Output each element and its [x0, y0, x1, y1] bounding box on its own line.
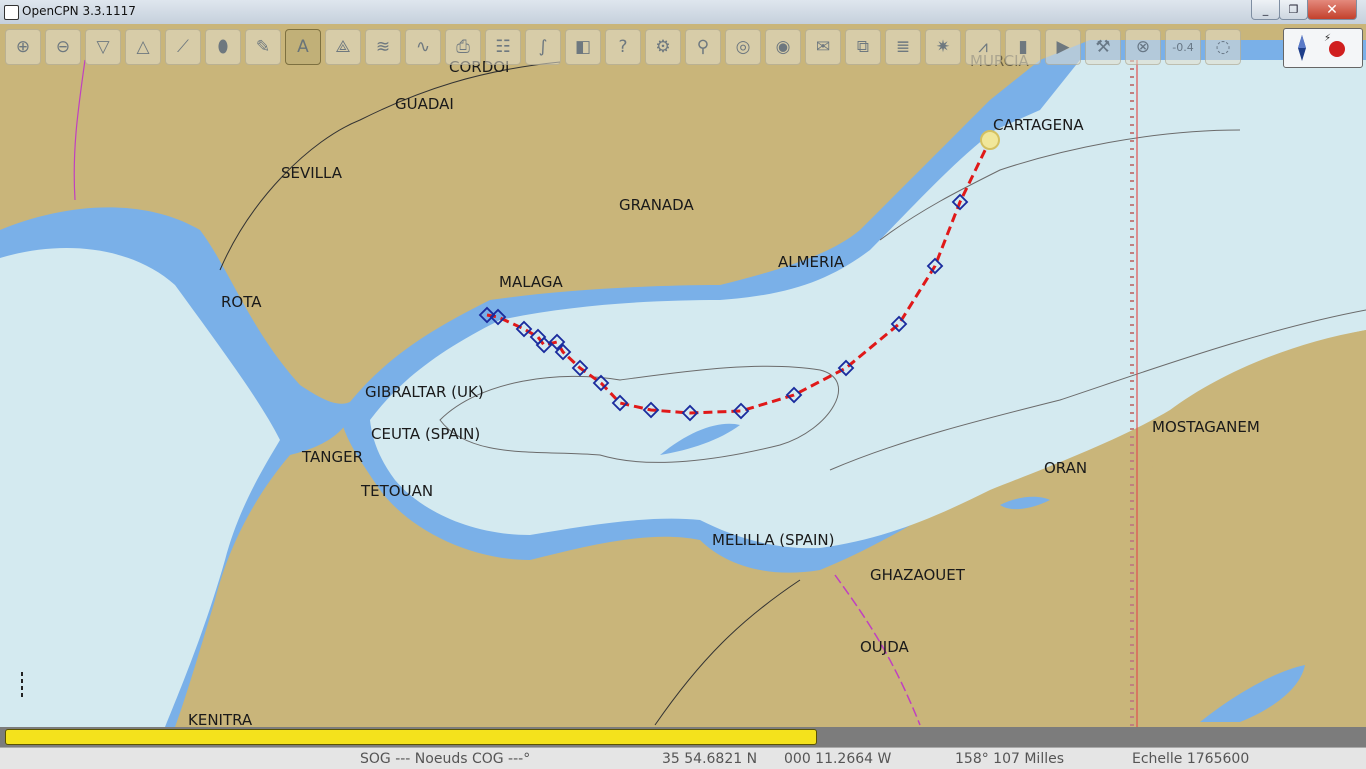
- app-icon: [4, 5, 19, 20]
- plugin-button[interactable]: ⚙: [645, 29, 681, 65]
- zoom-in-button[interactable]: ⊕: [5, 29, 41, 65]
- settings-icon: ✎: [255, 37, 271, 57]
- main-toolbar: ⊕ ⊖ ▽ △ ⟋ ⬮ ✎ A ⟁ ≋ ∿ ⎙ ☷ ∫ ◧? ⚙ ⚲ ◎ ◉ ✉ ⧉ ≣ ✷ ⩘ ▮ ▶ ⚒ ⊗ -0.4 ◌: [0, 26, 1280, 68]
- track-button[interactable]: ∫: [525, 29, 561, 65]
- grib-button[interactable]: ⊗: [1125, 29, 1161, 65]
- color-scheme-button[interactable]: ◧: [565, 29, 601, 65]
- offset-button[interactable]: -0.4: [1165, 29, 1201, 65]
- scale-out-button[interactable]: △: [125, 29, 161, 65]
- city-label-malaga: MALAGA: [499, 273, 564, 291]
- dashboard-icon: ◎: [735, 37, 751, 57]
- grib-icon: ⊗: [1135, 37, 1151, 57]
- print-icon: ⎙: [456, 37, 470, 57]
- help-button[interactable]: ?: [605, 29, 641, 65]
- windows-icon: ⧉: [856, 37, 870, 57]
- city-label-oujda: OUJDA: [860, 638, 909, 656]
- close-button[interactable]: ✕: [1307, 0, 1357, 20]
- longitude-readout: 000 11.2664 W: [784, 751, 892, 767]
- radar-icon: ✷: [935, 37, 951, 57]
- scale-out-icon: △: [136, 37, 150, 57]
- city-label-oran: ORAN: [1044, 459, 1087, 477]
- compass-panel[interactable]: ⚡: [1283, 28, 1363, 68]
- progress-panel: [0, 727, 1366, 747]
- city-label-melilla: MELILLA (SPAIN): [712, 531, 835, 549]
- city-label-guadai: GUADAI: [395, 95, 454, 113]
- scale-in-button[interactable]: ▽: [85, 29, 121, 65]
- windows-button[interactable]: ⧉: [845, 29, 881, 65]
- city-label-rota: ROTA: [221, 293, 262, 311]
- offset-icon: -0.4: [1172, 40, 1194, 54]
- city-label-cartagena: CARTAGENA: [993, 116, 1084, 134]
- search-button[interactable]: ⚲: [685, 29, 721, 65]
- bearing-distance-readout: 158° 107 Milles: [955, 751, 1064, 767]
- globe-icon: ◉: [775, 37, 791, 57]
- city-label-gibraltar: GIBRALTAR (UK): [365, 383, 484, 401]
- scale-in-icon: ▽: [96, 37, 110, 57]
- minimize-button[interactable]: _: [1251, 0, 1280, 20]
- current-button[interactable]: ≋: [365, 29, 401, 65]
- window-title: OpenCPN 3.3.1117: [22, 4, 136, 18]
- tide-icon: ∿: [415, 37, 431, 57]
- ship-button[interactable]: ⬮: [205, 29, 241, 65]
- radar-button[interactable]: ✷: [925, 29, 961, 65]
- zoom-out-icon: ⊖: [55, 37, 71, 57]
- mark-button[interactable]: ⟁: [325, 29, 361, 65]
- text-icon: A: [297, 37, 309, 57]
- signal-icon: ⩘: [978, 37, 988, 57]
- chart-canvas[interactable]: CORDOI GUADAI SEVILLA GRANADA MURCIA CAR…: [0, 24, 1366, 727]
- city-label-almeria: ALMERIA: [778, 253, 845, 271]
- progress-bar: [5, 729, 817, 745]
- lifebuoy-button[interactable]: ◌: [1205, 29, 1241, 65]
- play-button[interactable]: ▶: [1045, 29, 1081, 65]
- city-label-granada: GRANADA: [619, 196, 694, 214]
- route-button[interactable]: ⟋: [165, 29, 201, 65]
- lifebuoy-icon: ◌: [1215, 37, 1231, 57]
- sog-cog-readout: SOG --- Noeuds COG ---°: [360, 751, 531, 767]
- city-label-ceuta: CEUTA (SPAIN): [371, 425, 480, 443]
- status-bar: SOG --- Noeuds COG ---° 35 54.6821 N 000…: [0, 747, 1366, 769]
- city-label-tetouan: TETOUAN: [360, 482, 433, 500]
- mark-icon: ⟁: [335, 37, 351, 57]
- scale-readout: Echelle 1765600: [1132, 751, 1250, 767]
- settings-button[interactable]: ✎: [245, 29, 281, 65]
- record-indicator-icon: [1329, 41, 1345, 57]
- layer-icon: ▮: [1018, 37, 1028, 57]
- text-button[interactable]: A: [285, 29, 321, 65]
- signal-button[interactable]: ⩘: [965, 29, 1001, 65]
- route-icon: ⟋: [177, 37, 189, 57]
- compass-needle-icon: [1298, 35, 1306, 61]
- list-button[interactable]: ≣: [885, 29, 921, 65]
- track-icon: ∫: [538, 37, 548, 57]
- city-label-kenitra: KENITRA: [188, 711, 253, 727]
- plug-icon: ⚡: [1324, 33, 1332, 44]
- wrench-button[interactable]: ⚒: [1085, 29, 1121, 65]
- route-manager-icon: ☷: [495, 37, 511, 57]
- route-manager-button[interactable]: ☷: [485, 29, 521, 65]
- dashboard-button[interactable]: ◎: [725, 29, 761, 65]
- globe-button[interactable]: ◉: [765, 29, 801, 65]
- play-icon: ▶: [1056, 37, 1070, 57]
- city-label-mostaganem: MOSTAGANEM: [1152, 418, 1260, 436]
- layer-button[interactable]: ▮: [1005, 29, 1041, 65]
- city-label-ghazaouet: GHAZAOUET: [870, 566, 966, 584]
- color-scheme-icon: ◧: [574, 37, 592, 57]
- search-icon: ⚲: [696, 37, 710, 57]
- ship-icon: ⬮: [217, 37, 229, 57]
- help-icon: ?: [618, 37, 628, 57]
- latitude-readout: 35 54.6821 N: [662, 751, 758, 767]
- log-icon: ✉: [815, 37, 831, 57]
- wrench-icon: ⚒: [1095, 37, 1111, 57]
- plugin-icon: ⚙: [655, 37, 671, 57]
- tide-button[interactable]: ∿: [405, 29, 441, 65]
- print-button[interactable]: ⎙: [445, 29, 481, 65]
- current-icon: ≋: [375, 37, 391, 57]
- list-icon: ≣: [895, 37, 911, 57]
- zoom-in-icon: ⊕: [15, 37, 31, 57]
- maximize-button[interactable]: ❐: [1279, 0, 1308, 20]
- zoom-out-button[interactable]: ⊖: [45, 29, 81, 65]
- window-titlebar: OpenCPN 3.3.1117 _ ❐ ✕: [0, 0, 1366, 25]
- log-button[interactable]: ✉: [805, 29, 841, 65]
- city-label-sevilla: SEVILLA: [281, 164, 343, 182]
- city-label-tanger: TANGER: [301, 448, 363, 466]
